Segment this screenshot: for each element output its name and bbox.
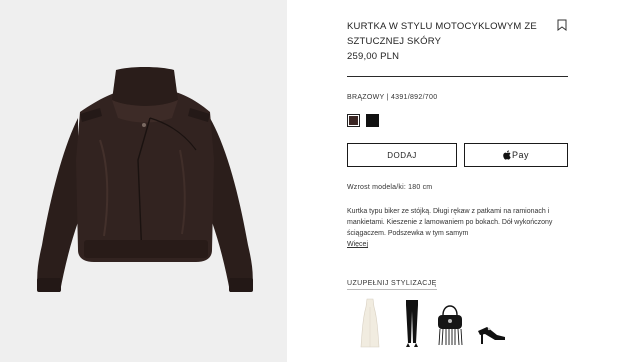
complete-look-items [347, 297, 568, 349]
thumb-white-dress[interactable] [355, 297, 385, 349]
apple-pay-button[interactable]: Pay [464, 143, 568, 167]
product-price: 259,00 PLN [347, 51, 400, 62]
product-title: KURTKA W STYLU MOTOCYKLOWYM ZE SZTUCZNEJ… [347, 21, 537, 47]
bookmark-icon[interactable] [557, 19, 567, 31]
jacket-image [37, 67, 253, 292]
color-reference: BRĄZOWY | 4391/892/700 [347, 94, 438, 101]
apple-icon [503, 150, 511, 160]
product-description: Kurtka typu biker ze stójką. Długi rękaw… [347, 208, 553, 237]
more-link[interactable]: Więcej [347, 241, 368, 248]
thumb-heeled-sandals[interactable] [475, 297, 509, 349]
swatch-black[interactable] [366, 114, 379, 127]
thumb-black-leggings[interactable] [397, 297, 427, 349]
divider [347, 76, 568, 77]
thumb-fringe-bag[interactable] [433, 297, 467, 349]
add-to-cart-button[interactable]: DODAJ [347, 143, 457, 167]
complete-look-title: UZUPEŁNIJ STYLIZACJĘ [347, 280, 437, 290]
add-to-cart-label: DODAJ [387, 150, 417, 160]
apple-pay-label: Pay [511, 150, 529, 160]
swatch-brown[interactable] [347, 114, 360, 127]
product-image-panel[interactable] [0, 0, 287, 362]
model-height: Wzrost modela/ki: 180 cm [347, 184, 433, 191]
color-swatches [347, 114, 379, 127]
